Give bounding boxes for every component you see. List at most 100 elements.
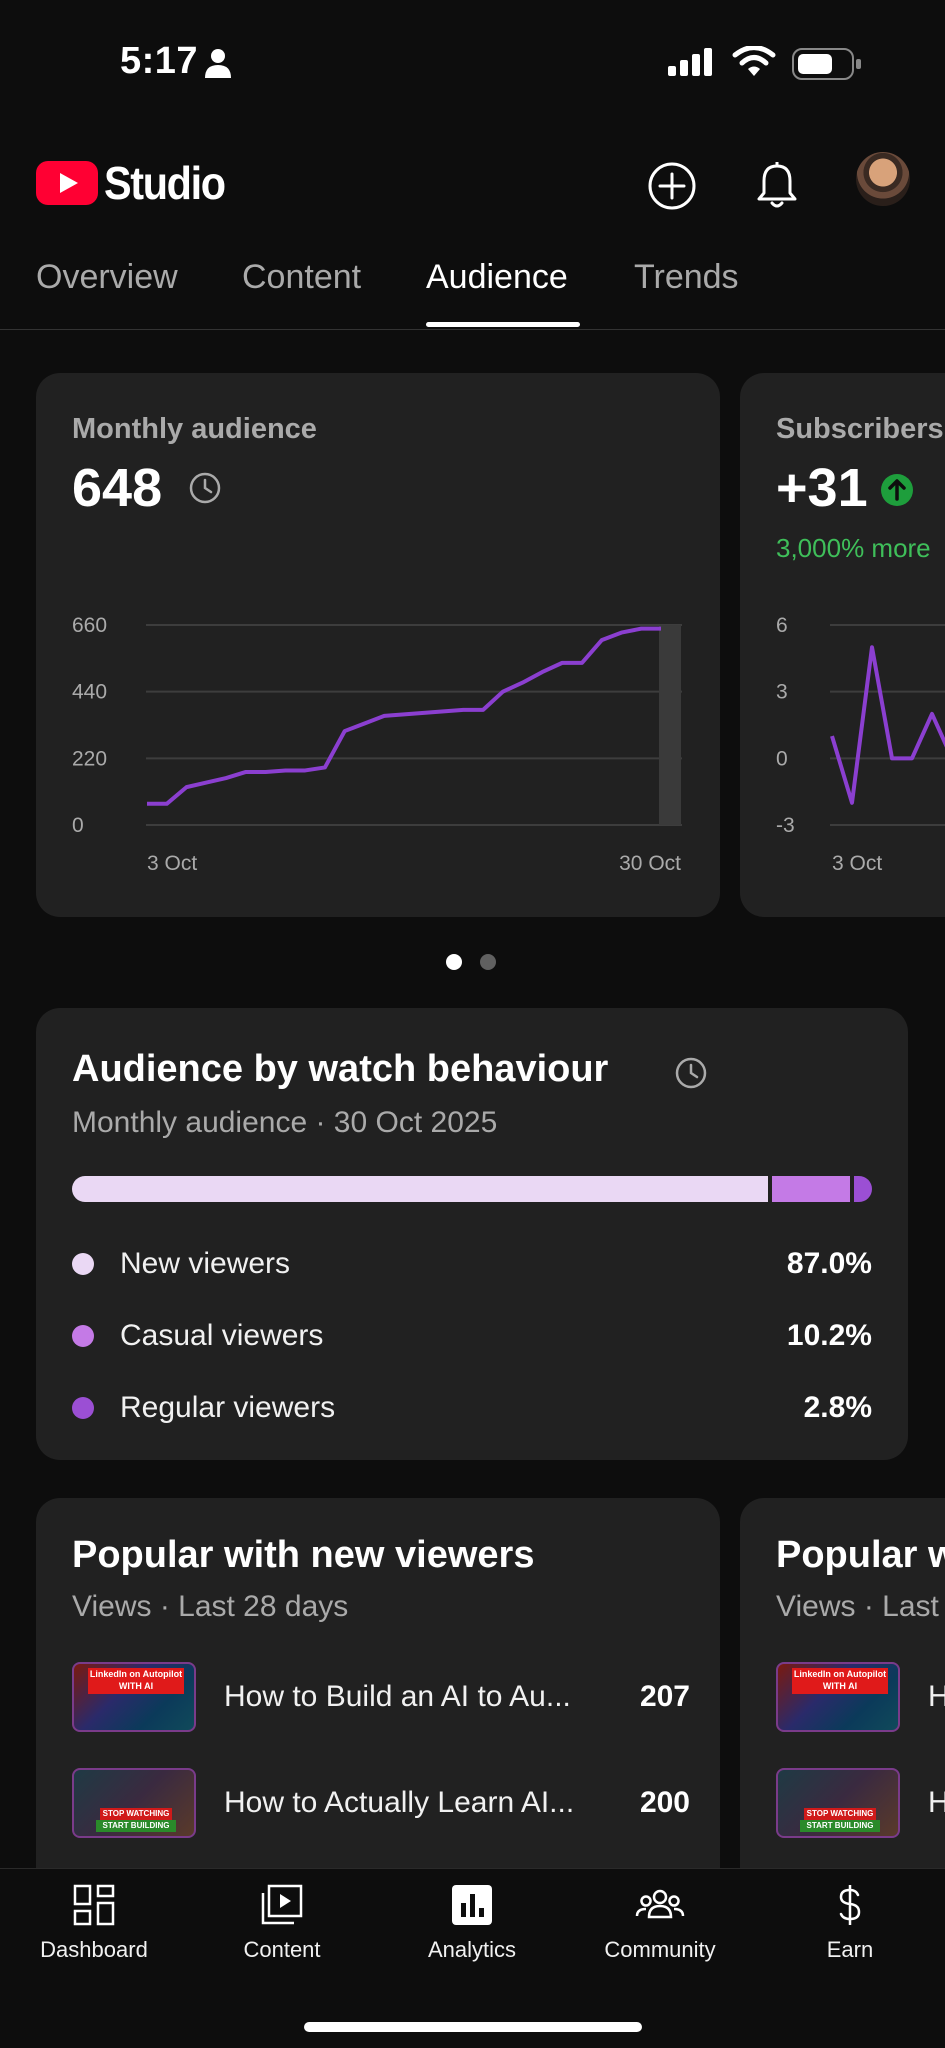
nav-earn[interactable]: Earn [760,1883,940,1963]
cellular-signal-icon [668,48,712,76]
status-bar: 5:17 [0,0,945,120]
person-icon [205,49,231,78]
legend-value: 2.8% [803,1391,872,1424]
series-line [147,626,661,806]
section-subtitle: Monthly audience · 30 Oct 2025 [72,1106,498,1139]
create-button[interactable] [636,150,708,222]
plus-circle-icon [648,162,696,210]
active-tab-indicator [426,322,580,327]
video-views: 207 [639,1680,690,1713]
y-tick-label: 220 [72,747,107,770]
dashboard-icon [73,1884,115,1926]
tab-trends[interactable]: Trends [634,258,739,297]
clock-icon [675,1057,707,1089]
thumbnail-text: STOP WATCHING [100,1808,172,1820]
notifications-button[interactable] [741,150,813,222]
y-tick-label: 3 [776,681,788,704]
watch-behaviour-bar [72,1176,872,1202]
youtube-logo-icon [36,161,98,205]
battery-icon [792,48,861,80]
thumbnail-text: LinkedIn on Autopilot WITH AI [88,1668,184,1694]
video-title: H [928,1680,945,1713]
nav-label: Earn [826,1937,874,1962]
legend-value: 87.0% [786,1247,872,1280]
legend-row-new: New viewers 87.0% [72,1244,872,1284]
legend-dot [72,1397,94,1419]
x-tick-label: 3 Oct [832,852,882,875]
carousel-dot-2[interactable] [480,954,496,970]
video-thumbnail: STOP WATCHING START BUILDING [72,1768,196,1838]
status-time: 5:17 [120,40,199,82]
legend-name: Casual viewers [120,1319,324,1352]
nav-label: Community [604,1937,716,1962]
app-header: Studio [0,140,945,236]
legend-name: New viewers [120,1247,291,1280]
nav-analytics[interactable]: Analytics [382,1883,562,1963]
video-thumbnail: STOP WATCHING START BUILDING [776,1768,900,1838]
account-avatar[interactable] [856,152,910,206]
bar-segment [72,1176,768,1202]
nav-label: Analytics [427,1937,517,1962]
popular-new-viewers-card[interactable]: Popular with new viewers Views · Last 28… [36,1498,720,1918]
tab-audience[interactable]: Audience [426,258,568,297]
tab-content[interactable]: Content [242,258,361,297]
brand-name: Studio [104,157,226,209]
legend-dot [72,1325,94,1347]
hover-column [659,625,681,825]
wifi-icon [732,46,776,76]
nav-dashboard[interactable]: Dashboard [4,1883,184,1963]
y-tick-label: 440 [72,681,107,704]
series-line [830,645,945,805]
community-icon [635,1889,685,1919]
video-thumbnail: LinkedIn on Autopilot WITH AI [776,1662,900,1732]
video-row[interactable]: LinkedIn on Autopilot WITH AI How to Bui… [72,1662,690,1732]
x-tick-label: 3 Oct [147,852,197,875]
legend-value: 10.2% [786,1319,872,1352]
earn-icon [839,1885,861,1925]
y-tick-label: -3 [776,814,795,837]
legend-dot [72,1253,94,1275]
legend-row-regular: Regular viewers 2.8% [72,1388,872,1428]
thumbnail-text: START BUILDING [96,1820,176,1832]
section-title: Popular w [776,1534,945,1576]
bar-segment [849,1176,872,1202]
section-subtitle: Views · Last 28 days [72,1590,349,1623]
video-row[interactable]: STOP WATCHING START BUILDING H [776,1768,945,1838]
nav-community[interactable]: Community [570,1883,750,1963]
nav-label: Dashboard [40,1937,148,1962]
video-title: H [928,1786,945,1819]
content-icon [261,1884,303,1925]
video-row[interactable]: LinkedIn on Autopilot WITH AI H [776,1662,945,1732]
carousel-indicator [446,954,496,970]
thumbnail-text: STOP WATCHING [804,1808,876,1820]
section-title: Popular with new viewers [72,1534,535,1576]
youtube-studio-logo[interactable]: Studio [36,156,238,210]
monthly-audience-chart: 0 220 440 660 3 Oct 30 Oct [72,614,682,875]
subscribers-chart: -3 0 3 6 3 Oct [776,614,945,875]
monthly-audience-card[interactable]: Monthly audience 648 0 220 440 660 3 Oct 30 O… [36,373,720,917]
section-title: Audience by watch behaviour [72,1048,609,1090]
y-tick-label: 6 [776,614,788,637]
x-tick-label: 30 Oct [619,852,681,875]
bottom-navigation: Dashboard Content Analytics Community Ea… [0,1868,945,2048]
popular-returning-viewers-card[interactable]: Popular w Views · Last LinkedIn on Autop… [740,1498,945,1918]
video-views: 200 [639,1786,690,1819]
analytics-icon [452,1885,492,1925]
y-tick-label: 0 [72,814,84,837]
nav-content[interactable]: Content [192,1883,372,1963]
legend-name: Regular viewers [120,1391,336,1424]
legend-row-casual: Casual viewers 10.2% [72,1316,872,1356]
video-thumbnail: LinkedIn on Autopilot WITH AI [72,1662,196,1732]
thumbnail-text: LinkedIn on Autopilot WITH AI [792,1668,888,1694]
watch-behaviour-card[interactable]: Audience by watch behaviour Monthly audi… [36,1008,908,1460]
video-title: How to Build an AI to Au... [224,1680,571,1713]
video-row[interactable]: STOP WATCHING START BUILDING How to Actu… [72,1768,690,1838]
tab-overview[interactable]: Overview [36,258,178,297]
section-subtitle: Views · Last [776,1590,939,1623]
carousel-dot-1[interactable] [446,954,462,970]
thumbnail-text: START BUILDING [800,1820,880,1832]
nav-label: Content [243,1937,321,1962]
bar-segment [768,1176,850,1202]
home-indicator [304,2022,642,2032]
subscribers-card[interactable]: Subscribers +31 3,000% more -3 0 3 6 3 Oct [740,373,945,917]
